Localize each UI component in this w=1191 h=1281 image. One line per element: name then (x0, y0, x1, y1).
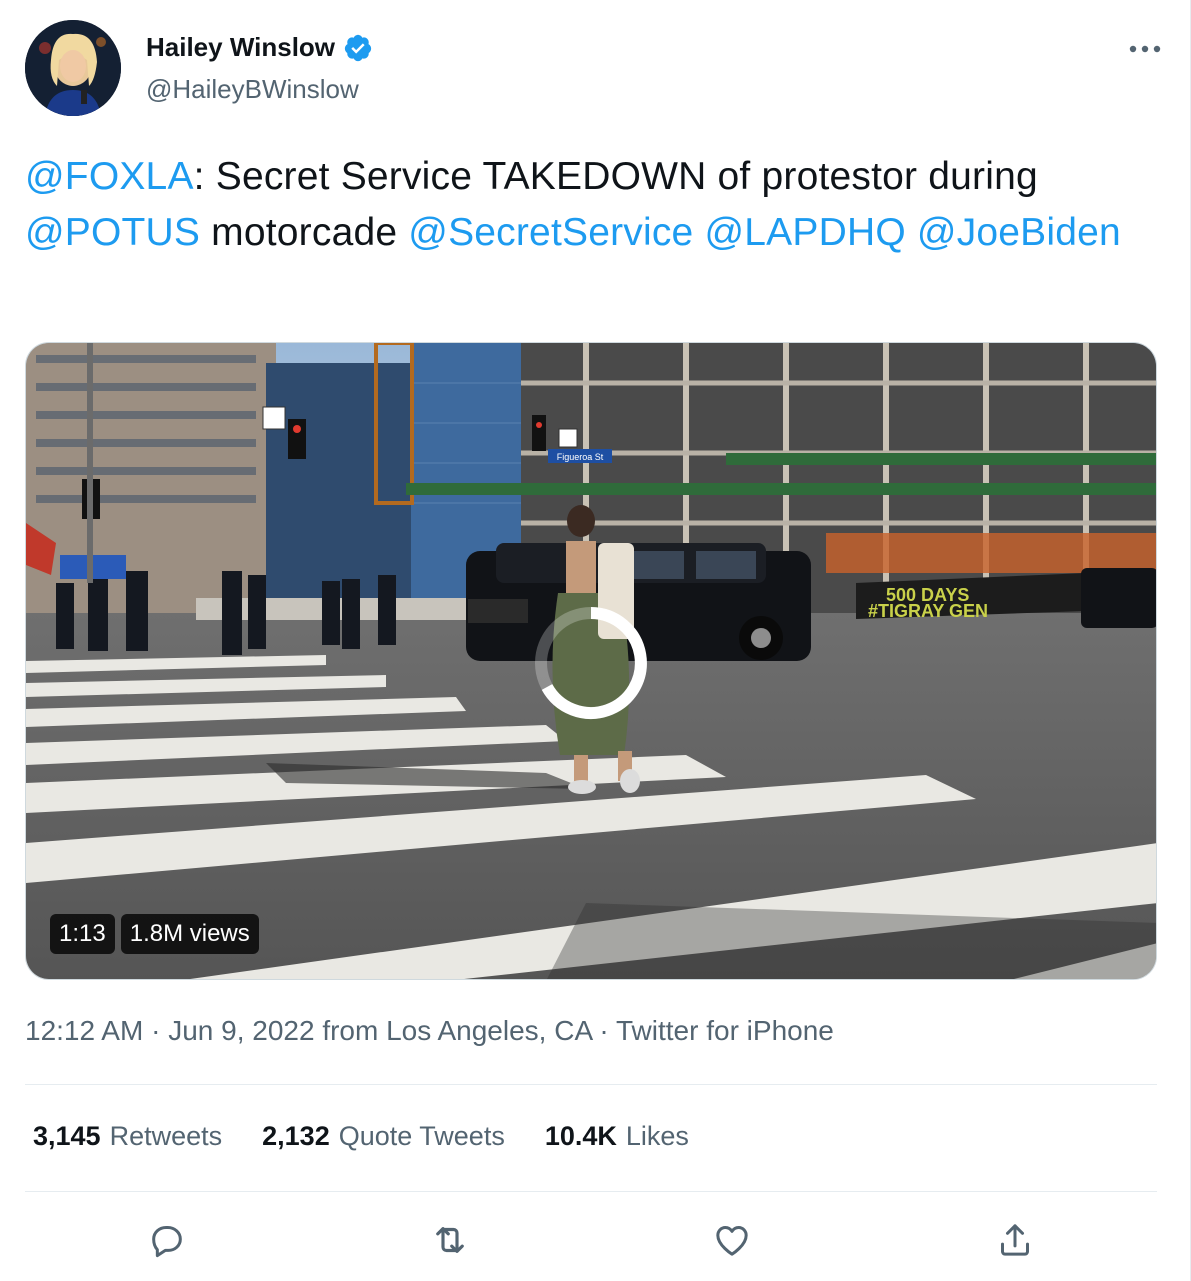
reply-icon[interactable] (137, 1210, 197, 1270)
video-player[interactable]: Figueroa St 500 DAYS #TIGRAY GEN 1:13 1.… (25, 342, 1157, 980)
video-badges: 1:13 1.8M views (50, 914, 259, 954)
quotes-label: Quote Tweets (338, 1121, 505, 1151)
mention-link[interactable]: @JoeBiden (917, 211, 1121, 254)
tweet-text-segment: : Secret Service TAKEDOWN of protestor d… (193, 155, 1038, 198)
tweet-meta: 12:12 AM · Jun 9, 2022 from Los Angeles,… (25, 1015, 834, 1047)
meta-separator: · (591, 1015, 616, 1046)
tweet-time[interactable]: 12:12 AM (25, 1015, 143, 1046)
mention-link[interactable]: @FOXLA (25, 155, 194, 198)
mention-link[interactable]: @POTUS (25, 211, 200, 254)
like-icon[interactable] (702, 1210, 762, 1270)
tweet-stats: 3,145 Retweets 2,132 Quote Tweets 10.4K … (33, 1121, 689, 1152)
video-duration: 1:13 (50, 914, 115, 954)
meta-from: from (314, 1015, 387, 1046)
divider (25, 1191, 1157, 1192)
loading-spinner-icon (535, 607, 647, 719)
mention-link[interactable]: @LAPDHQ (704, 211, 905, 254)
divider (25, 1084, 1157, 1085)
retweets-stat[interactable]: 3,145 Retweets (33, 1121, 222, 1152)
tweet-header: Hailey Winslow @HaileyBWinslow (25, 20, 1165, 118)
more-icon[interactable] (1125, 34, 1165, 64)
tweet-text-segment (693, 211, 704, 254)
user-handle[interactable]: @HaileyBWinslow (146, 74, 359, 105)
tweet-client[interactable]: Twitter for iPhone (616, 1015, 834, 1046)
action-bar (0, 1210, 1191, 1270)
quotes-count: 2,132 (262, 1121, 330, 1151)
share-icon[interactable] (985, 1210, 1045, 1270)
verified-badge-icon (343, 33, 373, 63)
retweets-count: 3,145 (33, 1121, 101, 1151)
tweet-location[interactable]: Los Angeles, CA (386, 1015, 591, 1046)
likes-count: 10.4K (544, 1121, 617, 1151)
video-view-count: 1.8M views (120, 914, 259, 954)
street-sign-text: Figueroa St (557, 452, 604, 462)
likes-stat[interactable]: 10.4K Likes (545, 1121, 689, 1152)
banner-line2: #TIGRAY GEN (868, 601, 988, 621)
tweet-text-segment (906, 211, 917, 254)
retweet-icon[interactable] (420, 1210, 480, 1270)
mention-link[interactable]: @SecretService (408, 211, 693, 254)
display-name[interactable]: Hailey Winslow (146, 32, 335, 63)
tweet-text-segment: motorcade (200, 211, 409, 254)
likes-label: Likes (625, 1121, 689, 1151)
retweets-label: Retweets (109, 1121, 223, 1151)
tweet-date[interactable]: Jun 9, 2022 (168, 1015, 314, 1046)
avatar[interactable] (25, 20, 121, 116)
meta-separator: · (143, 1015, 169, 1046)
quote-tweets-stat[interactable]: 2,132 Quote Tweets (262, 1121, 505, 1152)
tweet-text: @FOXLA: Secret Service TAKEDOWN of prote… (25, 149, 1165, 261)
